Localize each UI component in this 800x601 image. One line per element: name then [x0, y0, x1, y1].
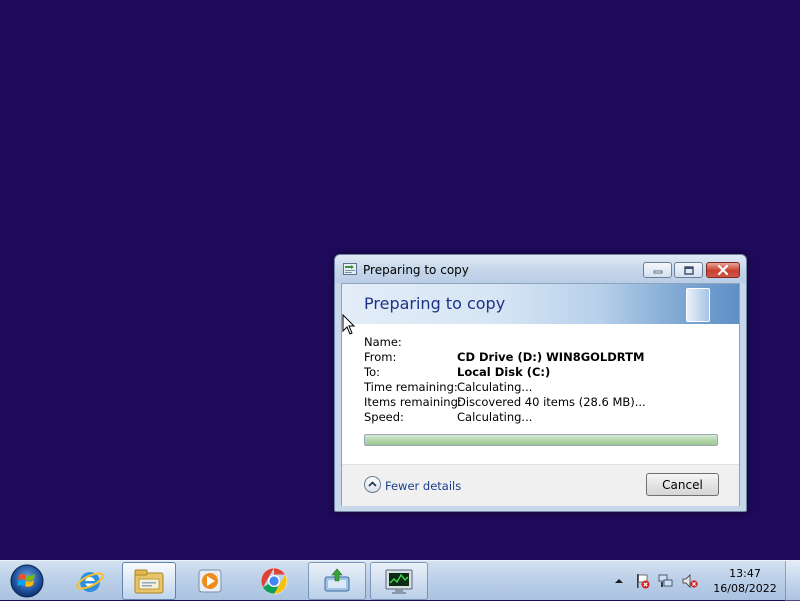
maximize-button[interactable]: [674, 262, 703, 278]
close-button[interactable]: [706, 262, 740, 278]
taskbar-item-task-manager[interactable]: [370, 562, 428, 600]
dialog-content: Preparing to copy Name: From: CD Drive (…: [341, 283, 740, 506]
close-icon: [717, 265, 729, 275]
volume-muted-icon[interactable]: [682, 573, 698, 589]
progress-bar-fill: [365, 435, 717, 445]
window-title: Preparing to copy: [363, 263, 469, 277]
to-value: Local Disk (C:): [457, 365, 551, 379]
cancel-button[interactable]: Cancel: [646, 473, 719, 496]
system-tray: 13:47 16/08/2022: [605, 561, 800, 601]
taskbar-item-file-copy[interactable]: [308, 562, 366, 600]
minimize-icon: [653, 270, 662, 274]
internet-explorer-icon: [76, 572, 104, 592]
taskbar-item-chrome[interactable]: [250, 562, 298, 600]
fewer-details-label: Fewer details: [385, 479, 462, 493]
taskbar-item-media-player[interactable]: [186, 562, 234, 600]
action-center-flag-icon[interactable]: [634, 573, 650, 589]
from-value: CD Drive (D:) WIN8GOLDRTM: [457, 350, 645, 364]
dialog-footer: Fewer details Cancel: [342, 464, 739, 506]
speed-label: Speed:: [364, 410, 404, 424]
network-icon[interactable]: [658, 573, 674, 589]
time-remaining-label: Time remaining:: [364, 380, 458, 394]
windows-start-icon: [10, 564, 44, 598]
minimize-button[interactable]: [643, 262, 672, 278]
show-desktop-button[interactable]: [785, 561, 800, 601]
media-player-icon: [198, 569, 222, 593]
progress-bar: [364, 434, 718, 446]
items-remaining-value: Discovered 40 items (28.6 MB)...: [457, 395, 646, 409]
copy-dialog-window: Preparing to copy Preparing to copy Name…: [334, 254, 747, 512]
clock[interactable]: 13:47 16/08/2022: [708, 566, 782, 596]
maximize-icon: [683, 265, 694, 275]
speed-value: Calculating...: [457, 410, 533, 424]
chevron-up-icon: [364, 476, 381, 493]
clock-time: 13:47: [729, 567, 761, 580]
start-button[interactable]: [4, 562, 50, 600]
file-explorer-icon: [134, 569, 164, 594]
clock-date: 16/08/2022: [713, 582, 777, 595]
mouse-pointer-icon: [342, 314, 356, 335]
from-label: From:: [364, 350, 397, 364]
title-bar[interactable]: Preparing to copy: [335, 255, 746, 283]
taskbar: 13:47 16/08/2022: [0, 560, 800, 601]
taskbar-item-file-explorer[interactable]: [122, 562, 176, 600]
header-banner: Preparing to copy: [342, 284, 739, 324]
copy-window-icon: [343, 263, 357, 275]
show-hidden-icons-arrow[interactable]: [611, 573, 627, 589]
time-remaining-value: Calculating...: [457, 380, 533, 394]
name-label: Name:: [364, 335, 402, 349]
task-manager-icon: [385, 569, 413, 594]
chrome-icon: [260, 567, 288, 595]
file-copy-icon: [324, 568, 350, 592]
taskbar-item-internet-explorer[interactable]: [66, 562, 114, 600]
to-label: To:: [364, 365, 380, 379]
banner-decoration: [686, 288, 710, 322]
items-remaining-label: Items remaining:: [364, 395, 462, 409]
dialog-heading: Preparing to copy: [364, 294, 506, 313]
